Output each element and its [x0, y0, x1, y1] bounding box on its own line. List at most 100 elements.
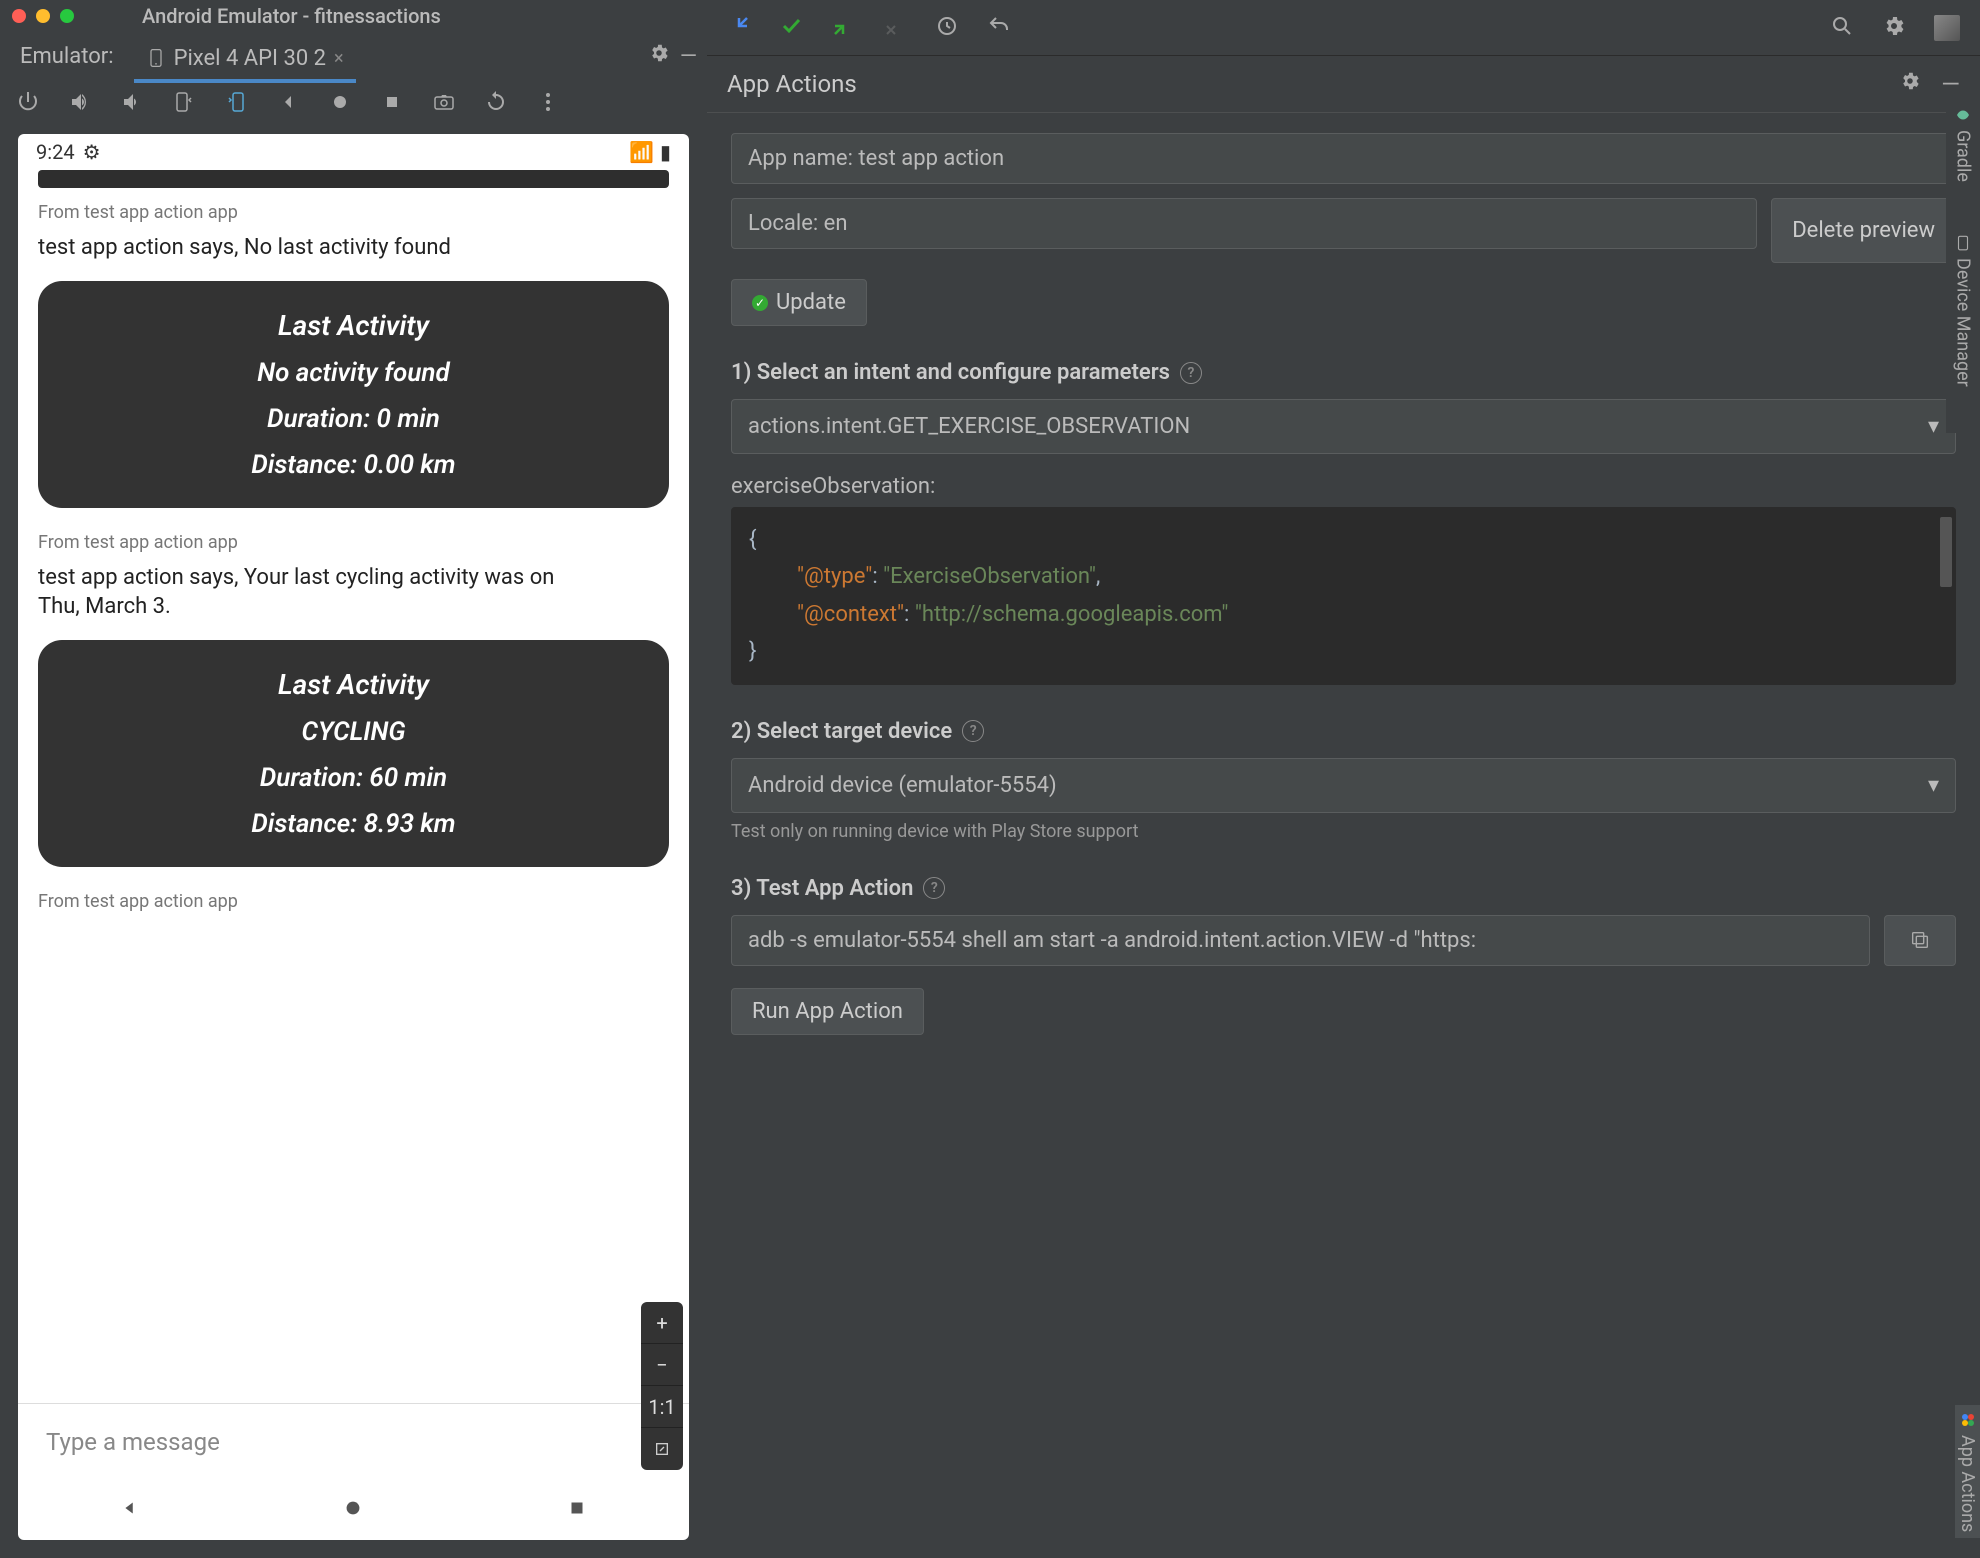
adb-command-field[interactable]: adb -s emulator-5554 shell am start -a a… [731, 915, 1870, 966]
step1-header: 1) Select an intent and configure parame… [731, 360, 1956, 385]
card1-distance: Distance: 0.00 km [58, 450, 649, 480]
from-label-2: From test app action app [38, 532, 669, 553]
json-label: exerciseObservation: [731, 474, 1956, 499]
undo-icon[interactable] [987, 14, 1011, 42]
zoom-11-button[interactable]: 1:1 [641, 1386, 683, 1428]
message-input[interactable]: Type a message [18, 1403, 689, 1480]
message-placeholder: Type a message [46, 1428, 220, 1456]
card1-title: Last Activity [58, 309, 649, 342]
minimize-window-button[interactable] [36, 9, 50, 23]
zoom-in-button[interactable]: + [641, 1302, 683, 1344]
nav-back-icon[interactable] [119, 1497, 141, 1523]
wifi-icon: 📶 [629, 140, 654, 164]
card2-duration: Duration: 60 min [58, 763, 649, 793]
update-button[interactable]: ✓ Update [731, 279, 867, 326]
update-label: Update [776, 290, 846, 315]
app-actions-header: App Actions — [707, 56, 1980, 113]
run-app-action-button[interactable]: Run App Action [731, 988, 924, 1035]
json-editor[interactable]: { "@type": "ExerciseObservation", "@cont… [731, 507, 1956, 685]
nav-home-icon[interactable] [342, 1497, 364, 1523]
arrow-in-icon[interactable] [727, 14, 751, 42]
app-actions-body: App name: test app action Locale: en Del… [707, 113, 1980, 1558]
card2-title: Last Activity [58, 668, 649, 701]
zoom-out-button[interactable]: − [641, 1344, 683, 1386]
side-tab-app-actions[interactable]: App Actions [1955, 1405, 1980, 1538]
card1-subtitle: No activity found [58, 358, 649, 388]
assistant-text-1: test app action says, No last activity f… [38, 233, 669, 263]
card1-duration: Duration: 0 min [58, 404, 649, 434]
screenshot-icon[interactable] [432, 90, 456, 118]
help-icon[interactable]: ? [923, 877, 945, 899]
help-icon[interactable]: ? [1180, 362, 1202, 384]
more-icon[interactable] [536, 90, 560, 118]
volume-up-icon[interactable] [68, 90, 92, 118]
history-icon[interactable] [935, 14, 959, 42]
assistant-conversation[interactable]: From test app action app test app action… [18, 170, 689, 1403]
copy-button[interactable] [1884, 915, 1956, 966]
emulator-minimize-icon[interactable]: — [680, 44, 697, 69]
emulator-titlebar: Android Emulator - fitnessactions [0, 0, 707, 32]
emulator-settings-icon[interactable] [648, 42, 670, 70]
close-tab-icon[interactable]: × [334, 48, 344, 69]
emulator-tab-label: Pixel 4 API 30 2 [174, 46, 326, 71]
nav-recents-icon[interactable] [566, 1497, 588, 1523]
arrow-out-icon[interactable] [831, 14, 855, 42]
from-label-3: From test app action app [38, 891, 669, 912]
device-hint: Test only on running device with Play St… [731, 821, 1956, 842]
search-icon[interactable] [1830, 14, 1854, 42]
app-name-field[interactable]: App name: test app action [731, 133, 1956, 184]
window-traffic-lights [12, 9, 74, 23]
intent-dropdown[interactable]: actions.intent.GET_EXERCISE_OBSERVATION … [731, 399, 1956, 454]
card2-subtitle: CYCLING [58, 717, 649, 747]
status-bar: 9:24 ⚙ 📶 ▮ [18, 134, 689, 170]
status-gear-icon: ⚙ [83, 140, 101, 164]
intent-value: actions.intent.GET_EXERCISE_OBSERVATION [748, 414, 1190, 439]
panel-title: App Actions [727, 70, 857, 98]
stop-icon[interactable] [380, 90, 404, 118]
emulator-window-title: Android Emulator - fitnessactions [142, 4, 441, 28]
chevron-down-icon: ▾ [1928, 773, 1939, 798]
chevron-down-icon: ▾ [1928, 414, 1939, 439]
side-tab-device-manager[interactable]: Device Manager [1951, 228, 1976, 393]
user-avatar[interactable] [1934, 15, 1960, 41]
power-icon[interactable] [16, 90, 40, 118]
previous-card-strip [38, 170, 669, 188]
step3-header: 3) Test App Action ? [731, 876, 1956, 901]
locale-field[interactable]: Locale: en [731, 198, 1757, 249]
right-side-tabs: Gradle Device Manager [1946, 90, 1980, 433]
zoom-controls: + − 1:1 [641, 1302, 683, 1470]
panel-settings-icon[interactable] [1899, 70, 1921, 98]
ide-toolbar [707, 0, 1980, 56]
ide-settings-icon[interactable] [1882, 14, 1906, 42]
emulator-tabs: Emulator: Pixel 4 API 30 2 × — [0, 32, 707, 80]
zoom-window-button[interactable] [60, 9, 74, 23]
commit-icon[interactable] [883, 14, 907, 42]
reload-icon[interactable] [484, 90, 508, 118]
close-window-button[interactable] [12, 9, 26, 23]
help-icon[interactable]: ? [962, 720, 984, 742]
emulator-tab-active[interactable]: Pixel 4 API 30 2 × [134, 38, 356, 83]
device-value: Android device (emulator-5554) [748, 773, 1057, 798]
delete-preview-button[interactable]: Delete preview [1771, 198, 1956, 263]
battery-icon: ▮ [660, 140, 671, 164]
zoom-fit-button[interactable] [641, 1428, 683, 1470]
activity-card-1[interactable]: Last Activity No activity found Duration… [38, 281, 669, 508]
volume-down-icon[interactable] [120, 90, 144, 118]
card2-distance: Distance: 8.93 km [58, 809, 649, 839]
check-icon[interactable] [779, 14, 803, 42]
activity-card-2[interactable]: Last Activity CYCLING Duration: 60 min D… [38, 640, 669, 867]
back-icon[interactable] [276, 90, 300, 118]
from-label-1: From test app action app [38, 202, 669, 223]
rotate-right-icon[interactable] [224, 90, 248, 118]
emulator-toolbar [0, 80, 707, 128]
check-circle-icon: ✓ [752, 295, 768, 311]
scrollbar-thumb[interactable] [1940, 517, 1952, 587]
rotate-left-icon[interactable] [172, 90, 196, 118]
step2-header: 2) Select target device ? [731, 719, 1956, 744]
device-dropdown[interactable]: Android device (emulator-5554) ▾ [731, 758, 1956, 813]
assistant-text-2: test app action says, Your last cycling … [38, 563, 574, 622]
emulator-panel: Android Emulator - fitnessactions Emulat… [0, 0, 707, 1558]
side-tab-gradle[interactable]: Gradle [1951, 100, 1976, 188]
record-icon[interactable] [328, 90, 352, 118]
nav-bar [18, 1480, 689, 1540]
